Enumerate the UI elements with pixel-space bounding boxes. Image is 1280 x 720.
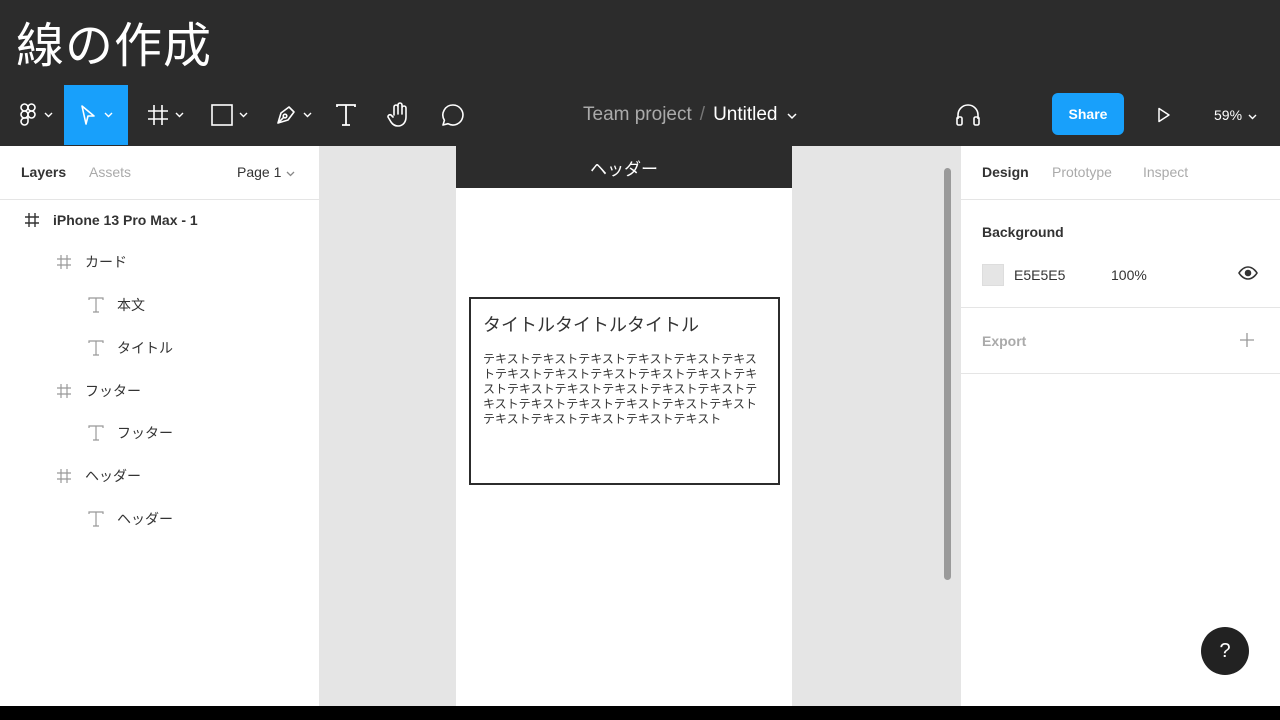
layer-footer-frame[interactable]: フッター [0,371,320,411]
hand-tool-button[interactable] [382,85,416,145]
background-hex-field[interactable]: E5E5E5 [1014,267,1065,283]
chevron-down-icon [281,164,295,180]
layer-label: ヘッダー [117,512,173,528]
frame-hash-icon [54,381,74,401]
background-section: Background E5E5E5 100% [961,200,1280,308]
tab-inspect[interactable]: Inspect [1143,164,1188,180]
background-color-swatch[interactable] [982,264,1004,286]
layer-label: カード [85,255,127,271]
layers-panel: Layers Assets Page 1 iPhone 13 Pro Max -… [0,146,320,706]
help-button[interactable]: ? [1201,627,1249,675]
frame-hash-icon [147,104,169,126]
shape-tool-button[interactable] [204,85,254,145]
layer-label: iPhone 13 Pro Max - 1 [53,212,198,228]
design-canvas[interactable]: ヘッダー タイトルタイトルタイトル テキストテキストテキストテキストテキストテキ… [320,146,960,706]
zoom-menu[interactable]: 59% [1214,85,1257,145]
canvas-scrollbar[interactable] [944,168,951,580]
move-arrow-icon [80,104,98,126]
background-heading: Background [982,224,1064,240]
chevron-down-icon [303,112,312,118]
export-heading: Export [982,333,1027,349]
frame-hash-icon [22,210,42,230]
headphones-icon [955,103,981,127]
text-tool-button[interactable] [330,85,362,145]
audio-button[interactable] [950,85,986,145]
layer-iphone-frame[interactable]: iPhone 13 Pro Max - 1 [0,200,320,240]
presentation-header: 線の作成 Team project / Untitled Share 59% [0,0,1280,146]
text-t-icon [86,338,106,358]
layer-header-text[interactable]: ヘッダー [0,499,320,539]
layer-footer-text[interactable]: フッター [0,413,320,453]
page-selector[interactable]: Page 1 [237,164,295,180]
layer-label: タイトル [117,341,173,357]
comment-tool-button[interactable] [436,85,470,145]
chevron-down-icon [175,112,184,118]
layer-title-text[interactable]: タイトル [0,328,320,368]
eye-icon[interactable] [1238,266,1258,285]
figma-logo-icon [19,103,38,127]
chevron-down-icon [104,112,113,118]
frame-header[interactable]: ヘッダー [456,146,792,188]
page-name: Page 1 [237,164,282,180]
pen-icon [275,104,297,126]
text-t-icon [335,103,357,127]
zoom-level: 59% [1214,107,1243,123]
play-icon [1157,107,1171,123]
export-section: Export [961,308,1280,374]
design-panel: Design Prototype Inspect Background E5E5… [960,146,1280,706]
left-panel-tabs: Layers Assets Page 1 [0,146,319,200]
tab-prototype[interactable]: Prototype [1052,164,1112,180]
move-tool-button[interactable] [64,85,128,145]
present-button[interactable] [1150,85,1178,145]
frame-hash-icon [54,252,74,272]
breadcrumb: Team project / Untitled [583,85,798,145]
layer-card-frame[interactable]: カード [0,242,320,282]
tab-layers[interactable]: Layers [21,164,66,180]
iphone-frame[interactable]: ヘッダー タイトルタイトルタイトル テキストテキストテキストテキストテキストテキ… [456,146,792,706]
right-panel-tabs: Design Prototype Inspect [961,146,1280,200]
pen-tool-button[interactable] [268,85,318,145]
layer-label: フッター [117,426,173,442]
layer-label: ヘッダー [85,469,141,485]
tab-design[interactable]: Design [982,164,1029,180]
layer-header-frame[interactable]: ヘッダー [0,456,320,496]
breadcrumb-separator: / [699,104,706,125]
file-name[interactable]: Untitled [713,104,777,126]
chevron-down-icon [44,112,53,118]
frame-tool-button[interactable] [140,85,190,145]
plus-icon[interactable] [1239,332,1255,353]
layer-body-text[interactable]: 本文 [0,285,320,325]
text-t-icon [86,423,106,443]
tab-assets[interactable]: Assets [89,164,131,180]
rectangle-icon [210,104,233,126]
layer-label: フッター [85,384,141,400]
text-t-icon [86,295,106,315]
frame-hash-icon [54,466,74,486]
main-menu-button[interactable] [14,85,58,145]
card-title[interactable]: タイトルタイトルタイトル [483,311,699,337]
card[interactable]: タイトルタイトルタイトル テキストテキストテキストテキストテキストテキストテキス… [469,297,780,485]
chevron-down-icon[interactable] [787,104,798,126]
layer-label: 本文 [117,298,145,314]
chevron-down-icon [1248,107,1257,123]
hand-icon [387,102,411,128]
share-button[interactable]: Share [1052,93,1124,135]
team-project-link[interactable]: Team project [583,104,692,126]
figma-toolbar: Team project / Untitled Share 59% [0,85,1280,145]
background-opacity-field[interactable]: 100% [1111,267,1147,283]
comment-bubble-icon [441,103,465,127]
card-body[interactable]: テキストテキストテキストテキストテキストテキストテキストテキストテキストテキスト… [483,352,761,427]
slide-title: 線の作成 [16,18,213,74]
text-t-icon [86,509,106,529]
chevron-down-icon [239,112,248,118]
